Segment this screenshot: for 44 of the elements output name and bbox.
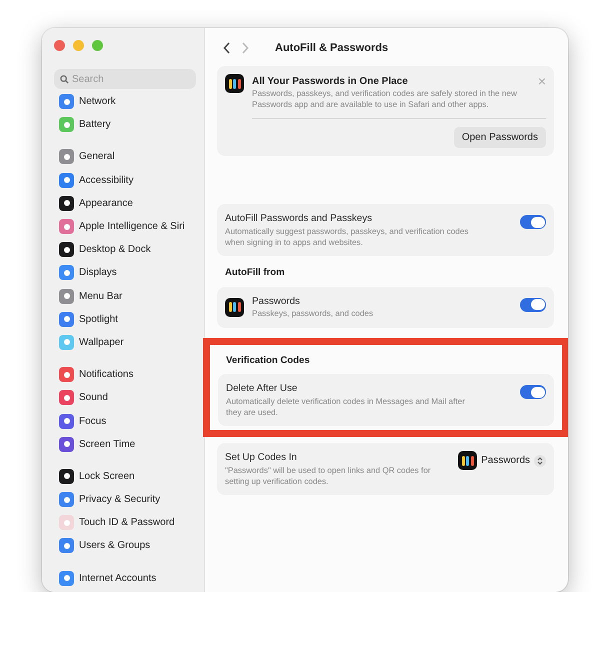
setting-title: AutoFill Passwords and Passkeys [225,212,374,226]
setting-title: Set Up Codes In [225,451,298,466]
sidebar-item[interactable]: Users & Groups [54,534,196,558]
search-field[interactable]: Search [54,69,196,89]
setting-title: Passwords [252,294,301,309]
setting-description: Automatically suggest passwords, passkeys, and verification codes when signing in to apps and websites. [225,227,470,248]
sidebar-item[interactable]: Displays [54,261,196,284]
section-heading: Verification Codes [226,354,311,368]
back-icon[interactable] [223,42,231,54]
toggle-switch[interactable] [520,385,546,400]
toggle-switch[interactable] [520,215,546,230]
sidebar-item[interactable]: Touch ID & Password [54,511,196,534]
sidebar-item[interactable]: Accessibility [54,168,196,192]
section-heading: AutoFill from [225,266,286,280]
sidebar-item[interactable]: Sound [54,386,196,410]
sidebar-item[interactable]: Screen Time [54,432,196,456]
app-popup-button[interactable]: Passwords [458,451,546,470]
sidebar-item[interactable]: Privacy & Security [54,488,196,512]
keys-icon [458,451,478,470]
sidebar-item[interactable]: Lock Screen [54,464,196,488]
sidebar-item[interactable]: Battery [54,113,196,136]
sidebar-item[interactable]: Desktop & Dock [54,238,196,262]
banner-title: All Your Passwords in One Place [252,75,409,89]
stepper-icon [534,454,546,467]
sidebar-item[interactable]: Wallpaper [54,330,196,354]
close-window-icon[interactable] [54,40,65,51]
sidebar-item[interactable]: Appearance [54,192,196,215]
page-title: AutoFill & Passwords [275,40,388,56]
toggle-switch[interactable] [520,298,546,312]
keys-icon [225,74,244,93]
sidebar-item[interactable]: Menu Bar [54,284,196,308]
sidebar-item[interactable]: Apple Intelligence & Siri [54,214,196,238]
sidebar-item[interactable]: General [54,145,196,169]
open-passwords-button[interactable]: Open Passwords [454,127,546,148]
sidebar-item[interactable]: Notifications [54,363,196,386]
banner-text: Passwords, passkeys, and verification codes are safely stored in the new Passwords app and are available to use in Safari and other apps. [252,89,518,110]
sidebar-item[interactable]: Network [54,90,196,114]
sidebar-item[interactable]: Spotlight [54,308,196,331]
setting-title: Delete After Use [226,382,298,396]
sidebar-item[interactable]: Focus [54,409,196,433]
setting-description: "Passwords" will be used to open links and QR codes for setting up verification codes. [225,466,432,488]
setting-description: Automatically delete verification codes in Messages and Mail after they are used. [226,397,466,418]
setting-description: Passkeys, passwords, and codes [252,309,374,320]
sidebar-item[interactable]: Internet Accounts [54,566,196,590]
